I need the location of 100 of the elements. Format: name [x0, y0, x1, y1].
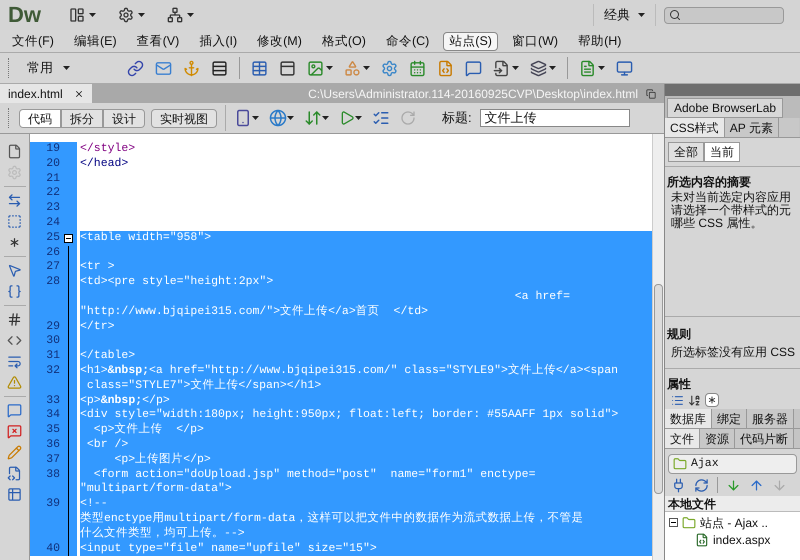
close-icon[interactable]: [74, 88, 84, 98]
file-input-icon[interactable]: [493, 60, 510, 76]
gear-icon[interactable]: [118, 7, 134, 23]
globe-icon[interactable]: [269, 109, 287, 127]
hash-icon[interactable]: [7, 312, 22, 327]
asterisk-icon[interactable]: [706, 394, 718, 406]
code-line: <table width="958">: [80, 230, 212, 244]
menu-item[interactable]: 命令(C): [380, 32, 436, 50]
remove-comment-icon[interactable]: [7, 424, 22, 439]
folder-icon: [673, 457, 687, 471]
caret-icon: [89, 13, 96, 17]
menu-item[interactable]: 查看(V): [130, 32, 186, 50]
summary-text: 请选择一个带样式的元: [670, 204, 792, 217]
code-line: <tr >: [80, 260, 115, 274]
site-dropdown[interactable]: Ajax: [668, 454, 797, 474]
view-button[interactable]: 代码: [19, 108, 61, 128]
search-field[interactable]: [664, 6, 784, 24]
line-number: 25: [46, 230, 60, 244]
monitor-icon[interactable]: [616, 60, 633, 76]
sitemap-icon[interactable]: [167, 7, 183, 23]
line-number: 27: [46, 260, 60, 274]
checklist-icon[interactable]: [372, 109, 390, 127]
document-icon[interactable]: [7, 144, 22, 159]
panel-tab[interactable]: 绑定: [712, 409, 747, 428]
envelope-icon[interactable]: [155, 60, 172, 76]
code-line: </head>: [80, 156, 128, 170]
panel-tab[interactable]: 文件: [665, 429, 700, 448]
braces-icon[interactable]: [7, 284, 22, 299]
line-number: 19: [46, 142, 60, 155]
document-tab[interactable]: index.html: [0, 84, 92, 103]
title-field[interactable]: 文件上传: [480, 109, 630, 127]
code-line: <p>文件上传 </p>: [92, 423, 204, 436]
wrap-icon[interactable]: [7, 354, 22, 369]
caret-icon: [598, 66, 605, 70]
panel-tab[interactable]: CSS样式: [665, 118, 725, 137]
panel-tab[interactable]: Adobe BrowserLab: [667, 98, 784, 118]
calendar-icon[interactable]: [409, 60, 426, 76]
tree-item[interactable]: 站点 - Ajax ..: [700, 514, 768, 532]
layers-icon[interactable]: [530, 60, 547, 76]
mode-button[interactable]: 当前: [704, 142, 740, 162]
image-icon[interactable]: [307, 60, 324, 76]
pointer-icon[interactable]: [7, 263, 22, 278]
caret-icon: [63, 66, 70, 70]
panel-tab[interactable]: AP 元素: [724, 118, 779, 137]
refresh-icon[interactable]: [694, 478, 709, 492]
restore-icon[interactable]: [646, 88, 656, 98]
line-number: 21: [46, 172, 60, 185]
tree-item[interactable]: index.aspx: [713, 530, 770, 548]
scrollbar[interactable]: [652, 134, 664, 560]
code-line: class="STYLE7">文件上传</span></h1>: [86, 378, 322, 392]
download-icon[interactable]: [726, 478, 741, 492]
panel-tab[interactable]: 代码片断: [735, 429, 794, 448]
pencil-icon[interactable]: [7, 445, 22, 460]
workspace-switcher[interactable]: 经典: [604, 5, 630, 25]
view-button[interactable]: 设计: [103, 108, 145, 128]
panel-tab[interactable]: 数据库: [665, 409, 712, 428]
format-icon[interactable]: [7, 466, 22, 481]
menu-item[interactable]: 帮助(H): [572, 32, 628, 50]
menu-item[interactable]: 站点(S): [443, 32, 498, 50]
comment-icon[interactable]: [7, 403, 22, 418]
line-number: 31: [46, 349, 60, 362]
code-icon[interactable]: [7, 333, 22, 348]
line-number: 24: [46, 216, 60, 229]
table-icon[interactable]: [7, 487, 22, 502]
rules-text: 所选标签没有应用 CSS: [670, 344, 796, 361]
menu-item[interactable]: 修改(M): [251, 32, 308, 50]
list-icon[interactable]: [671, 394, 684, 406]
document-icon[interactable]: [437, 60, 454, 76]
category-dropdown[interactable]: 常用: [27, 58, 53, 78]
view-button[interactable]: 拆分: [61, 108, 103, 128]
upload-icon[interactable]: [749, 478, 764, 492]
selection-icon[interactable]: [7, 214, 22, 229]
menu-item[interactable]: 插入(I): [193, 32, 244, 50]
play-icon[interactable]: [339, 110, 355, 126]
section-heading: 规则: [667, 326, 692, 343]
menu-item[interactable]: 窗口(W): [506, 32, 564, 50]
sort-icon[interactable]: [688, 394, 701, 406]
transfer-icon[interactable]: [304, 109, 322, 127]
code-line: <form action="doUpload.jsp" method="post" name="form1" enctype=: [92, 468, 536, 481]
mode-button[interactable]: 全部: [668, 142, 704, 162]
comment-icon[interactable]: [465, 60, 482, 76]
code-line: <a href=: [514, 290, 570, 303]
table-icon[interactable]: [251, 60, 268, 76]
line-number: 33: [46, 394, 60, 407]
plug-icon[interactable]: [671, 478, 686, 492]
code-line: <br />: [86, 438, 128, 451]
devices-icon[interactable]: [234, 109, 252, 127]
layout-icon[interactable]: [69, 7, 85, 23]
summary-text: 哪些 CSS 属性。: [670, 217, 764, 230]
panel-icon[interactable]: [279, 60, 296, 76]
panel-tab[interactable]: 资源: [700, 429, 735, 448]
search-icon[interactable]: [669, 9, 681, 21]
menu-item[interactable]: 编辑(E): [68, 32, 123, 50]
template-icon[interactable]: [579, 60, 596, 76]
menu-item[interactable]: 文件(F): [6, 32, 60, 50]
code-line: </tr>: [80, 320, 115, 333]
panel-tab[interactable]: 服务器: [747, 409, 794, 428]
view-button[interactable]: 实时视图: [151, 108, 217, 128]
menu-item[interactable]: 格式(O): [316, 32, 372, 50]
link-icon[interactable]: [127, 60, 144, 76]
